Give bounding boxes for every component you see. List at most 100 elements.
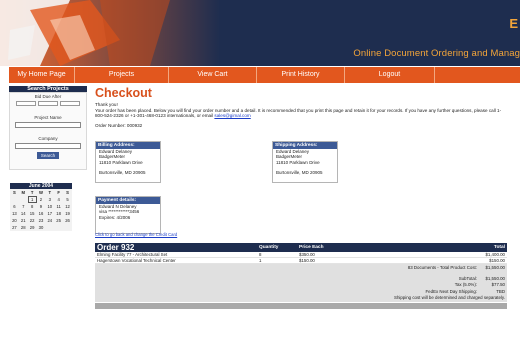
calendar-day-header: T bbox=[30, 190, 34, 195]
nav-view-cart[interactable]: View Cart bbox=[169, 67, 257, 83]
calendar-day[interactable]: 14 bbox=[19, 210, 28, 217]
payment-detail-line: Expires: 4/2006 bbox=[99, 214, 131, 220]
shipping-address-box: Shipping Address: Edward Delaney BadgerM… bbox=[272, 141, 338, 183]
item-name: Elming Facility 77 - Architectural Set bbox=[97, 252, 168, 257]
calendar-day-header: W bbox=[38, 190, 43, 195]
main-nav: My Home Page Projects View Cart Print Hi… bbox=[9, 67, 520, 83]
calendar-day[interactable]: 19 bbox=[63, 210, 72, 217]
billing-address-box: Billing Address: Edward Delaney BadgerMe… bbox=[95, 141, 161, 183]
company-label: Company bbox=[38, 136, 58, 141]
page-title: Checkout bbox=[95, 86, 152, 100]
calendar-day[interactable]: 2 bbox=[37, 196, 46, 203]
order-header-row: Order 932 Quantity Price Each Total bbox=[95, 243, 507, 252]
order-summary: 83 Documents - Total Product Cost: $1,55… bbox=[95, 264, 507, 303]
calendar-day[interactable]: 25 bbox=[54, 217, 63, 224]
item-price: $350.00 bbox=[299, 252, 315, 257]
calendar-day[interactable]: 30 bbox=[37, 224, 46, 231]
calendar-day-header: T bbox=[48, 190, 52, 195]
quantity-column-header: Quantity bbox=[259, 245, 279, 250]
shipping-note: Shipping cost will be determined and cha… bbox=[394, 294, 505, 300]
calendar-day[interactable]: 5 bbox=[63, 196, 72, 203]
header-banner: E Online Document Ordering and Manag bbox=[0, 0, 520, 66]
calendar-day[interactable]: 21 bbox=[19, 217, 28, 224]
sales-email-link[interactable]: sales@gimal.com bbox=[214, 113, 250, 118]
calendar-day[interactable]: 18 bbox=[54, 210, 63, 217]
payment-details-box: Payment details: Edward N Delaney visa *… bbox=[95, 196, 161, 234]
calendar-day[interactable]: 12 bbox=[63, 203, 72, 210]
item-total: $1,400.00 bbox=[485, 252, 505, 257]
tagline: Online Document Ordering and Manag bbox=[353, 48, 520, 59]
nav-my-home-page[interactable]: My Home Page bbox=[9, 67, 75, 83]
shipping-address-title: Shipping Address: bbox=[273, 142, 337, 149]
calendar-day[interactable]: 10 bbox=[45, 203, 54, 210]
bid-due-selects bbox=[13, 101, 83, 106]
calendar-day[interactable]: 11 bbox=[54, 203, 63, 210]
calendar-day[interactable]: 8 bbox=[28, 203, 37, 210]
calendar-grid: S M T W T F S 1 2 3 4 5 6 7 8 9 10 11 12… bbox=[10, 189, 72, 231]
billing-address-line: Burtonsville, MD 20905 bbox=[99, 169, 146, 175]
calendar-day-header: F bbox=[57, 190, 60, 195]
calendar-day[interactable]: 4 bbox=[54, 196, 63, 203]
shipping-address-line: Burtonsville, MD 20905 bbox=[276, 169, 323, 175]
shipping-note-row: Shipping cost will be determined and cha… bbox=[97, 295, 505, 301]
calendar-day[interactable]: 26 bbox=[63, 217, 72, 224]
order-number: Order Number: 000932 bbox=[95, 122, 143, 128]
calendar-day[interactable]: 24 bbox=[45, 217, 54, 224]
calendar-day-header: M bbox=[21, 190, 26, 195]
calendar-day[interactable]: 15 bbox=[28, 210, 37, 217]
main-content: Checkout Thank you! Your order has been … bbox=[95, 86, 515, 237]
billing-address-title: Billing Address: bbox=[96, 142, 160, 149]
calendar-day bbox=[63, 224, 72, 231]
calendar-day bbox=[45, 224, 54, 231]
nav-print-history[interactable]: Print History bbox=[257, 67, 345, 83]
calendar-day bbox=[10, 196, 19, 203]
project-name-label: Project Name bbox=[34, 115, 62, 120]
calendar-day[interactable]: 17 bbox=[45, 210, 54, 217]
bid-due-day-select[interactable] bbox=[38, 101, 58, 106]
item-price: $150.00 bbox=[299, 258, 315, 263]
calendar-day[interactable]: 23 bbox=[37, 217, 46, 224]
calendar-day[interactable]: 7 bbox=[19, 203, 28, 210]
calendar-day bbox=[19, 196, 28, 203]
calendar-day[interactable]: 20 bbox=[10, 217, 19, 224]
calendar: June 2004 S M T W T F S 1 2 3 4 5 6 7 8 … bbox=[10, 183, 72, 231]
item-total: $150.00 bbox=[489, 258, 505, 263]
sidebar: Search Projects Bid Due After Project Na… bbox=[9, 86, 87, 170]
search-button[interactable]: Search bbox=[37, 152, 59, 159]
item-name: Hagerstown Vocational Technical Center bbox=[97, 258, 176, 263]
search-panel: Bid Due After Project Name Company Searc… bbox=[9, 92, 87, 170]
documents-total-value: $1,550.00 bbox=[485, 265, 505, 270]
calendar-day bbox=[54, 224, 63, 231]
nav-logout[interactable]: Logout bbox=[345, 67, 435, 83]
nav-projects[interactable]: Projects bbox=[75, 67, 169, 83]
calendar-day[interactable]: 27 bbox=[10, 224, 19, 231]
order-footer-bar bbox=[95, 303, 507, 310]
calendar-day[interactable]: 29 bbox=[28, 224, 37, 231]
order-table: Order 932 Quantity Price Each Total Elmi… bbox=[95, 243, 507, 310]
bid-due-month-select[interactable] bbox=[16, 101, 36, 106]
calendar-day[interactable]: 3 bbox=[45, 196, 54, 203]
calendar-day-header: S bbox=[13, 190, 16, 195]
bid-due-year-select[interactable] bbox=[60, 101, 80, 106]
calendar-day[interactable]: 22 bbox=[28, 217, 37, 224]
calendar-day[interactable]: 9 bbox=[37, 203, 46, 210]
payment-details-title: Payment details: bbox=[96, 197, 160, 204]
calendar-day-header: S bbox=[66, 190, 69, 195]
project-name-input[interactable] bbox=[15, 122, 81, 128]
company-input[interactable] bbox=[15, 143, 81, 149]
bid-due-label: Bid Due After bbox=[34, 94, 62, 99]
brand-letter: E bbox=[509, 16, 518, 31]
documents-total-label: 83 Documents - Total Product Cost: bbox=[407, 265, 477, 270]
order-title: Order 932 bbox=[97, 243, 135, 252]
change-card-link[interactable]: Click to go back and change the Credit C… bbox=[95, 232, 177, 237]
item-quantity: 8 bbox=[259, 252, 262, 257]
item-quantity: 1 bbox=[259, 258, 262, 263]
confirmation-message-text: Your order has been placed. Below you wi… bbox=[95, 107, 502, 119]
calendar-day[interactable]: 16 bbox=[37, 210, 46, 217]
price-column-header: Price Each bbox=[299, 245, 324, 250]
calendar-day[interactable]: 6 bbox=[10, 203, 19, 210]
calendar-day-today[interactable]: 1 bbox=[27, 196, 37, 203]
calendar-day[interactable]: 13 bbox=[10, 210, 19, 217]
confirmation-message: Your order has been placed. Below you wi… bbox=[95, 108, 505, 119]
calendar-day[interactable]: 28 bbox=[19, 224, 28, 231]
